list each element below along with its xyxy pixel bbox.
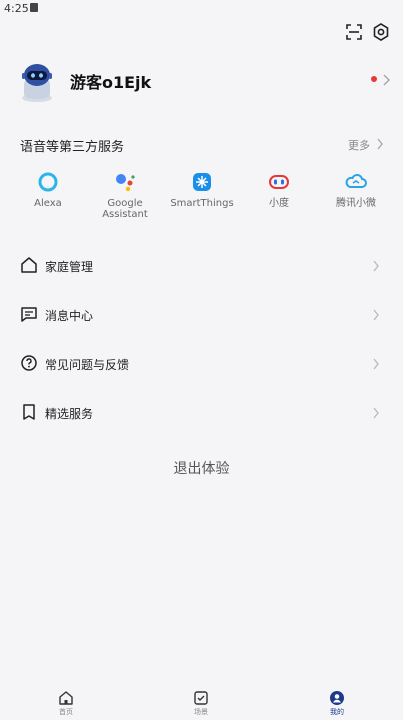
chevron-right-icon — [373, 407, 379, 419]
profile-row[interactable]: 游客o1Ejk — [14, 58, 394, 106]
status-bar: 4:25 — [0, 0, 403, 18]
smartthings-icon — [193, 173, 211, 191]
services-header: 语音等第三方服务 更多 — [20, 134, 384, 155]
menu-item-message-center[interactable]: 消息中心 — [20, 303, 384, 327]
alexa-icon — [38, 172, 58, 192]
tab-mine[interactable]: 我的 — [307, 690, 367, 717]
service-tencent-xiaowei[interactable]: 腾讯小微 — [318, 170, 394, 209]
service-xiaodu[interactable]: 小度 — [241, 170, 317, 209]
help-icon — [21, 355, 37, 371]
notification-icon — [30, 3, 38, 12]
notification-dot — [371, 76, 377, 82]
bottom-nav: 首页 场景 我的 — [0, 688, 403, 720]
service-label: 小度 — [269, 198, 289, 209]
services-title: 语音等第三方服务 — [20, 140, 125, 155]
menu-item-label: 消息中心 — [45, 309, 94, 323]
message-icon — [21, 307, 37, 322]
menu-item-label: 精选服务 — [45, 407, 94, 421]
chevron-right-icon — [373, 260, 379, 272]
menu-item-label: 常见问题与反馈 — [45, 358, 130, 372]
tab-home[interactable]: 首页 — [36, 690, 96, 717]
menu-item-featured-services[interactable]: 精选服务 — [20, 401, 384, 425]
logout-button[interactable]: 退出体验 — [0, 458, 403, 478]
tab-scenes[interactable]: 场景 — [171, 690, 231, 717]
chevron-right-icon — [373, 309, 379, 321]
service-label: Google Assistant — [102, 198, 148, 220]
tab-label: 首页 — [59, 708, 73, 716]
home-icon — [21, 257, 37, 273]
service-label: Alexa — [34, 198, 62, 209]
tencent-xiaowei-icon — [345, 173, 367, 188]
service-label: SmartThings — [170, 198, 234, 209]
tab-label: 场景 — [194, 708, 208, 716]
home-tab-icon — [59, 691, 73, 705]
chevron-right-icon — [383, 74, 391, 86]
service-google-assistant[interactable]: Google Assistant — [87, 170, 163, 220]
username: 游客o1Ejk — [70, 73, 152, 92]
chevron-right-icon — [373, 358, 379, 370]
status-time: 4:25 — [4, 2, 29, 15]
menu-item-label: 家庭管理 — [45, 260, 94, 274]
more-link[interactable]: 更多 — [348, 137, 370, 153]
service-label: 腾讯小微 — [336, 198, 376, 209]
avatar[interactable] — [14, 58, 60, 104]
xiaodu-icon — [269, 175, 289, 189]
service-smartthings[interactable]: SmartThings — [164, 170, 240, 209]
settings-icon[interactable] — [371, 22, 391, 42]
service-alexa[interactable]: Alexa — [10, 170, 86, 209]
menu-item-family-management[interactable]: 家庭管理 — [20, 254, 384, 278]
scan-icon[interactable] — [344, 22, 364, 42]
profile-tab-icon — [330, 691, 344, 705]
scene-tab-icon — [194, 691, 208, 705]
tab-label: 我的 — [330, 708, 344, 716]
chevron-right-icon[interactable] — [376, 138, 384, 150]
google-assistant-icon — [116, 174, 135, 192]
bookmark-icon — [23, 404, 35, 420]
menu-item-faq-feedback[interactable]: 常见问题与反馈 — [20, 352, 384, 376]
